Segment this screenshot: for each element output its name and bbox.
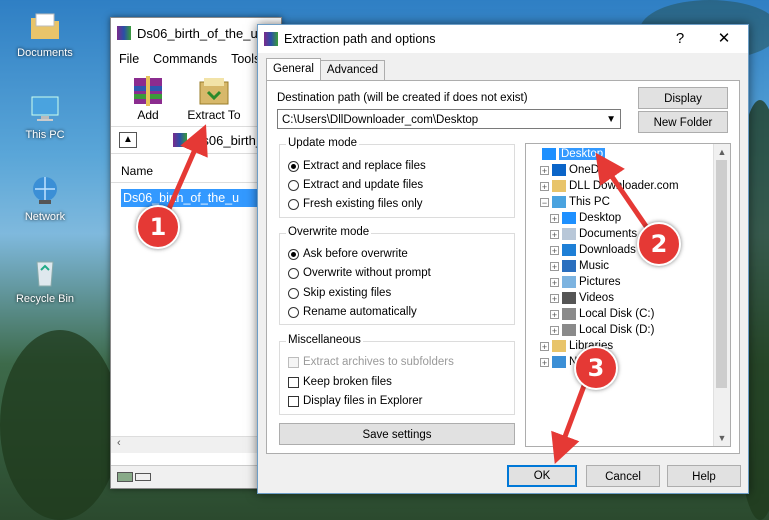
callout-1: 1 — [136, 205, 180, 249]
arrow-1 — [162, 124, 208, 220]
arrow-3 — [551, 382, 588, 465]
callout-3: 3 — [574, 346, 618, 390]
callout-2: 2 — [637, 222, 681, 266]
arrow-2 — [595, 152, 653, 234]
